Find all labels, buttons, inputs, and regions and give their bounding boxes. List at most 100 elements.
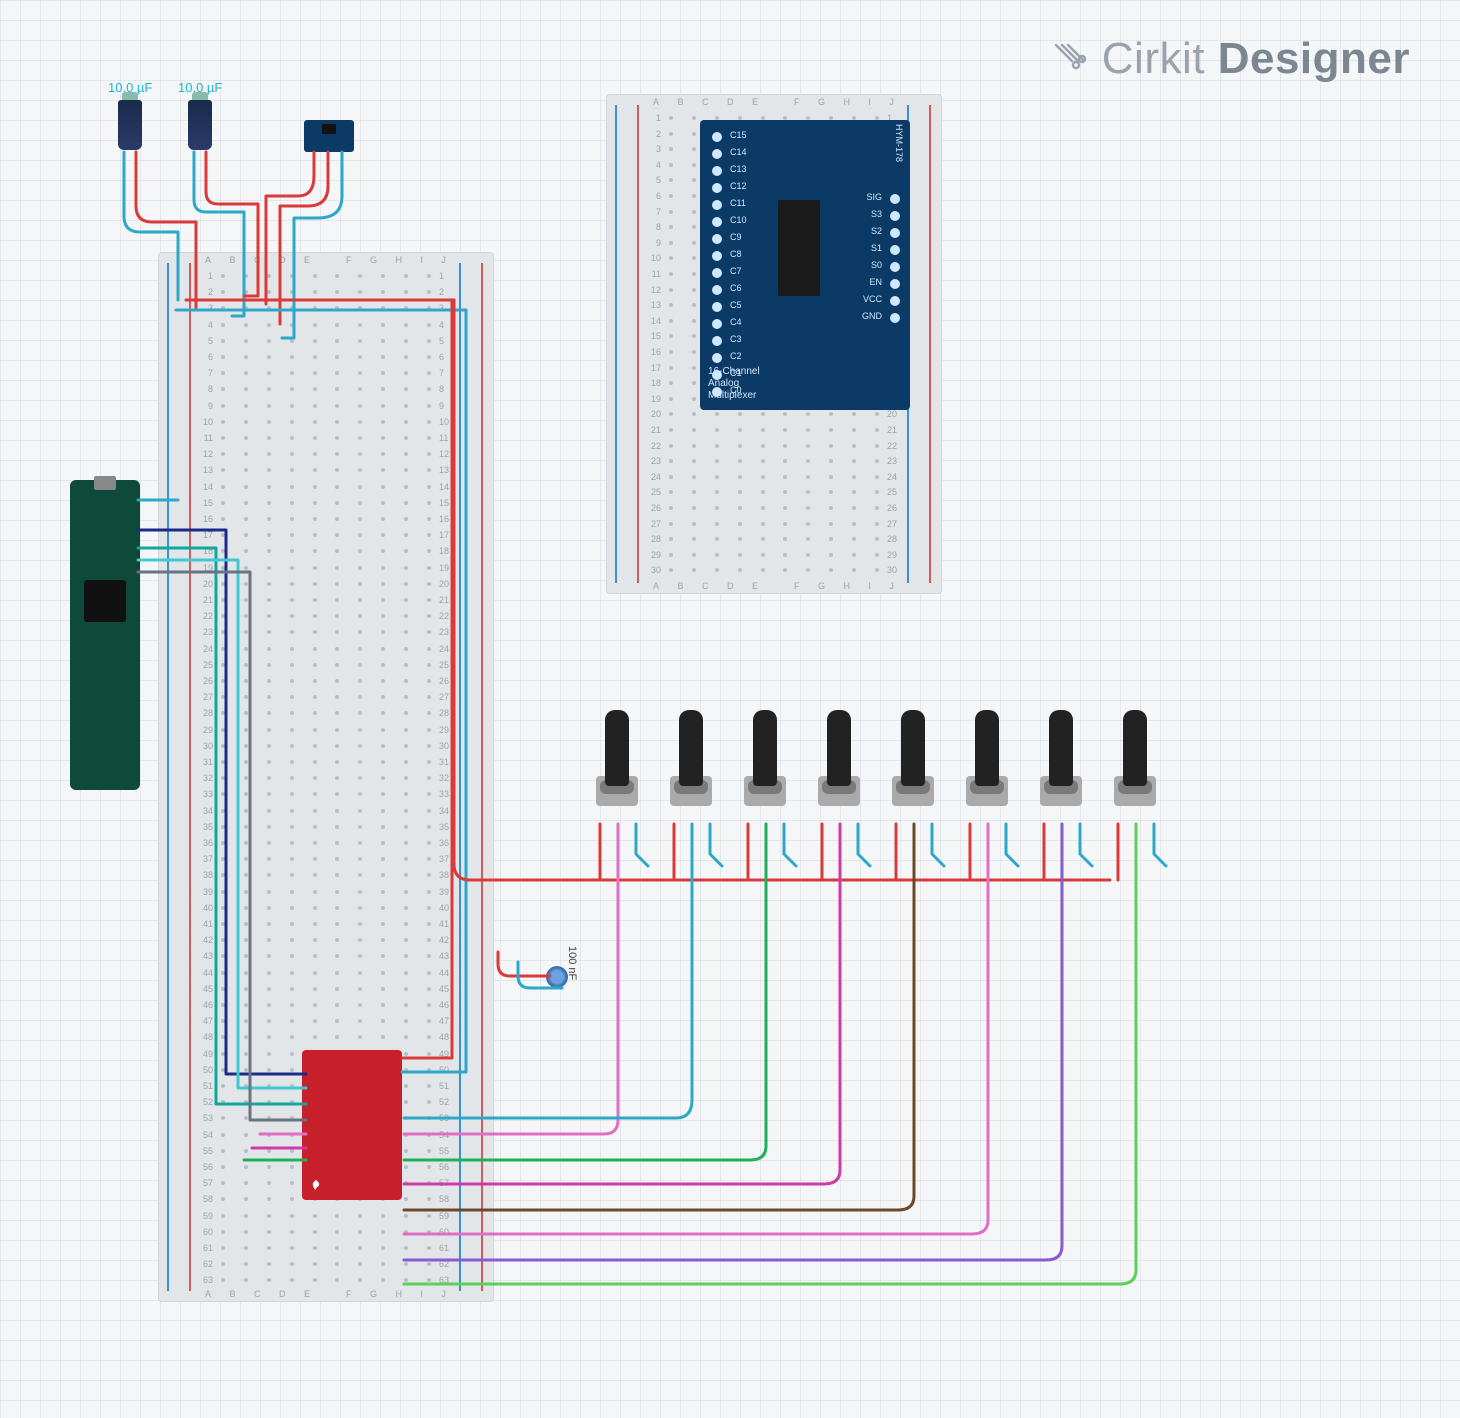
potentiometer-1[interactable] xyxy=(596,710,638,820)
breadboard-row-21[interactable]: 2121 xyxy=(647,425,901,435)
breadboard-row-29[interactable]: 2929 xyxy=(647,550,901,560)
mux16-pin-c6[interactable]: C6 xyxy=(730,283,747,300)
mux16-pin-vcc[interactable]: VCC xyxy=(862,294,882,311)
mux16-pin-c8[interactable]: C8 xyxy=(730,249,747,266)
breadboard-row-37[interactable]: 3737 xyxy=(199,854,453,864)
voltage-regulator[interactable] xyxy=(304,120,354,152)
breadboard-row-21[interactable]: 2121 xyxy=(199,595,453,605)
mux16-pin-c9[interactable]: C9 xyxy=(730,232,747,249)
breadboard-row-33[interactable]: 3333 xyxy=(199,789,453,799)
breadboard-row-2[interactable]: 22 xyxy=(199,287,453,297)
breadboard-row-15[interactable]: 1515 xyxy=(199,498,453,508)
breadboard-row-46[interactable]: 4646 xyxy=(199,1000,453,1010)
breadboard-row-27[interactable]: 2727 xyxy=(647,519,901,529)
breadboard-row-40[interactable]: 4040 xyxy=(199,903,453,913)
pot-knob-icon[interactable] xyxy=(605,710,629,786)
breadboard-row-19[interactable]: 1919 xyxy=(199,563,453,573)
mux16-pin-c12[interactable]: C12 xyxy=(730,181,747,198)
breadboard-row-34[interactable]: 3434 xyxy=(199,806,453,816)
breadboard-row-24[interactable]: 2424 xyxy=(199,644,453,654)
breadboard-row-13[interactable]: 1313 xyxy=(199,465,453,475)
breadboard-row-27[interactable]: 2727 xyxy=(199,692,453,702)
breadboard-row-18[interactable]: 1818 xyxy=(199,546,453,556)
breadboard-row-8[interactable]: 88 xyxy=(199,384,453,394)
breadboard-row-62[interactable]: 6262 xyxy=(199,1259,453,1269)
pot-knob-icon[interactable] xyxy=(753,710,777,786)
breadboard-row-45[interactable]: 4545 xyxy=(199,984,453,994)
breadboard-row-10[interactable]: 1010 xyxy=(199,417,453,427)
breadboard-row-29[interactable]: 2929 xyxy=(199,725,453,735)
potentiometer-7[interactable] xyxy=(1040,710,1082,820)
mux16-pin-c13[interactable]: C13 xyxy=(730,164,747,181)
mux16-pin-en[interactable]: EN xyxy=(862,277,882,294)
pot-knob-icon[interactable] xyxy=(827,710,851,786)
mux16-pin-s3[interactable]: S3 xyxy=(862,209,882,226)
capacitor-ceramic[interactable] xyxy=(546,966,568,988)
potentiometer-8[interactable] xyxy=(1114,710,1156,820)
breadboard-row-4[interactable]: 44 xyxy=(199,320,453,330)
breadboard-row-7[interactable]: 77 xyxy=(199,368,453,378)
mux16-pin-s2[interactable]: S2 xyxy=(862,226,882,243)
breadboard-row-20[interactable]: 2020 xyxy=(647,409,901,419)
breadboard-row-16[interactable]: 1616 xyxy=(199,514,453,524)
breadboard-row-11[interactable]: 1111 xyxy=(199,433,453,443)
mux16-pin-sig[interactable]: SIG xyxy=(862,192,882,209)
breadboard-row-5[interactable]: 55 xyxy=(199,336,453,346)
breadboard-row-30[interactable]: 3030 xyxy=(199,741,453,751)
breadboard-row-38[interactable]: 3838 xyxy=(199,870,453,880)
breadboard-row-47[interactable]: 4747 xyxy=(199,1016,453,1026)
capacitor-electrolytic-2[interactable] xyxy=(188,100,212,150)
breadboard-row-63[interactable]: 6363 xyxy=(199,1275,453,1285)
breadboard-row-43[interactable]: 4343 xyxy=(199,951,453,961)
mux16-pin-c15[interactable]: C15 xyxy=(730,130,747,147)
mux16-pin-c11[interactable]: C11 xyxy=(730,198,747,215)
breadboard-row-22[interactable]: 2222 xyxy=(199,611,453,621)
pot-knob-icon[interactable] xyxy=(1123,710,1147,786)
teensy-board[interactable] xyxy=(70,480,140,790)
breadboard-row-48[interactable]: 4848 xyxy=(199,1032,453,1042)
mux16-pin-c4[interactable]: C4 xyxy=(730,317,747,334)
mux16-pin-s0[interactable]: S0 xyxy=(862,260,882,277)
pot-knob-icon[interactable] xyxy=(901,710,925,786)
sparkfun-mux-8ch[interactable] xyxy=(302,1050,402,1200)
breadboard-row-1[interactable]: 11 xyxy=(199,271,453,281)
breadboard-row-17[interactable]: 1717 xyxy=(199,530,453,540)
breadboard-row-20[interactable]: 2020 xyxy=(199,579,453,589)
breadboard-row-28[interactable]: 2828 xyxy=(199,708,453,718)
mux16-pin-c7[interactable]: C7 xyxy=(730,266,747,283)
breadboard-row-12[interactable]: 1212 xyxy=(199,449,453,459)
capacitor-electrolytic-1[interactable] xyxy=(118,100,142,150)
mux16-pin-c14[interactable]: C14 xyxy=(730,147,747,164)
breadboard-row-44[interactable]: 4444 xyxy=(199,968,453,978)
breadboard-row-26[interactable]: 2626 xyxy=(199,676,453,686)
potentiometer-2[interactable] xyxy=(670,710,712,820)
breadboard-row-25[interactable]: 2525 xyxy=(647,487,901,497)
breadboard-row-28[interactable]: 2828 xyxy=(647,534,901,544)
breadboard-row-30[interactable]: 3030 xyxy=(647,565,901,575)
breadboard-row-60[interactable]: 6060 xyxy=(199,1227,453,1237)
potentiometer-5[interactable] xyxy=(892,710,934,820)
breadboard-row-36[interactable]: 3636 xyxy=(199,838,453,848)
breadboard-row-59[interactable]: 5959 xyxy=(199,1211,453,1221)
mux16-pin-s1[interactable]: S1 xyxy=(862,243,882,260)
breadboard-row-31[interactable]: 3131 xyxy=(199,757,453,767)
breadboard-row-42[interactable]: 4242 xyxy=(199,935,453,945)
breadboard-row-61[interactable]: 6161 xyxy=(199,1243,453,1253)
potentiometer-3[interactable] xyxy=(744,710,786,820)
breadboard-row-23[interactable]: 2323 xyxy=(199,627,453,637)
mux16-pin-gnd[interactable]: GND xyxy=(862,311,882,328)
mux16-pin-c5[interactable]: C5 xyxy=(730,300,747,317)
mux16-pin-c10[interactable]: C10 xyxy=(730,215,747,232)
breadboard-row-35[interactable]: 3535 xyxy=(199,822,453,832)
breadboard-row-25[interactable]: 2525 xyxy=(199,660,453,670)
breadboard-row-6[interactable]: 66 xyxy=(199,352,453,362)
breadboard-row-41[interactable]: 4141 xyxy=(199,919,453,929)
potentiometer-4[interactable] xyxy=(818,710,860,820)
breadboard-row-32[interactable]: 3232 xyxy=(199,773,453,783)
mux-16ch[interactable]: C15C14C13C12C11C10C9C8C7C6C5C4C3C2C1C0 S… xyxy=(700,120,910,410)
breadboard-row-22[interactable]: 2222 xyxy=(647,441,901,451)
pot-knob-icon[interactable] xyxy=(1049,710,1073,786)
breadboard-row-3[interactable]: 33 xyxy=(199,303,453,313)
breadboard-row-24[interactable]: 2424 xyxy=(647,472,901,482)
breadboard-row-14[interactable]: 1414 xyxy=(199,482,453,492)
